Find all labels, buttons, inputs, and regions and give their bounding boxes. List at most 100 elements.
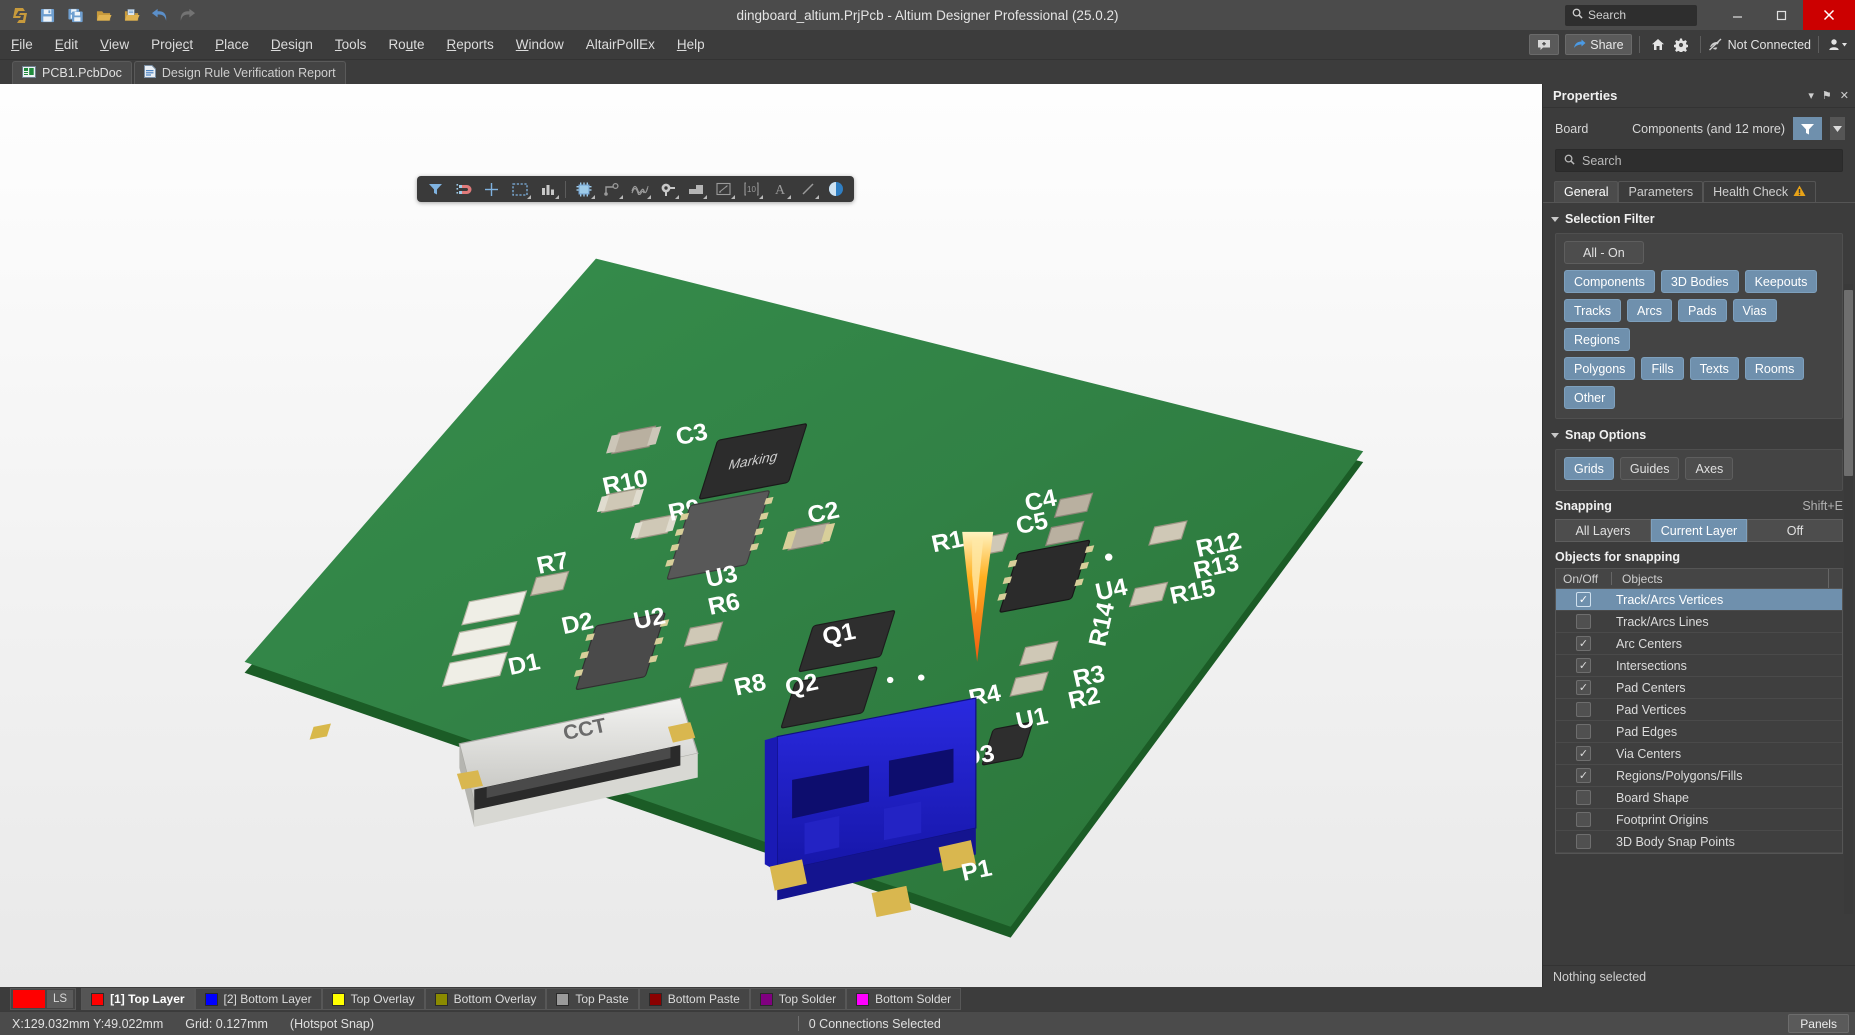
properties-search-input[interactable]: Search	[1555, 149, 1843, 172]
snapping-off[interactable]: Off	[1747, 519, 1843, 542]
snap-object-row[interactable]: Footprint Origins	[1556, 809, 1842, 831]
view-3d-toggle-icon[interactable]	[822, 178, 849, 200]
snapping-current-layer[interactable]: Current Layer	[1651, 519, 1747, 542]
checkbox-icon[interactable]	[1576, 724, 1591, 739]
minimize-button[interactable]	[1715, 0, 1759, 30]
crosshair-icon[interactable]	[478, 178, 505, 200]
menu-route[interactable]: Route	[377, 30, 435, 60]
menu-design[interactable]: Design	[260, 30, 324, 60]
tab-general[interactable]: General	[1554, 181, 1618, 202]
menu-altairpollex[interactable]: AltairPollEx	[575, 30, 666, 60]
maximize-button[interactable]	[1759, 0, 1803, 30]
menu-tools[interactable]: Tools	[324, 30, 378, 60]
place-coordinate-icon[interactable]: 10	[738, 178, 765, 200]
altium-logo-icon[interactable]	[7, 3, 32, 27]
filter-polygons[interactable]: Polygons	[1564, 357, 1635, 380]
place-component-icon[interactable]	[570, 178, 597, 200]
filter-keepouts[interactable]: Keepouts	[1745, 270, 1818, 293]
filter-fills[interactable]: Fills	[1641, 357, 1683, 380]
chevron-down-icon[interactable]	[1830, 117, 1845, 140]
checkbox-icon[interactable]: ✓	[1576, 636, 1591, 651]
save-all-icon[interactable]	[63, 3, 88, 27]
save-icon[interactable]	[35, 3, 60, 27]
snap-object-row[interactable]: Board Shape	[1556, 787, 1842, 809]
menu-edit[interactable]: Edit	[44, 30, 89, 60]
selection-filter-header[interactable]: Selection Filter	[1543, 203, 1855, 233]
home-icon[interactable]	[1647, 34, 1670, 55]
snap-mode-grids[interactable]: Grids	[1564, 457, 1614, 480]
snap-object-row[interactable]: ✓Via Centers	[1556, 743, 1842, 765]
comments-button[interactable]	[1529, 34, 1559, 55]
snap-object-row[interactable]: ✓Pad Centers	[1556, 677, 1842, 699]
funnel-icon[interactable]	[1793, 117, 1822, 140]
menu-reports[interactable]: Reports	[435, 30, 504, 60]
checkbox-icon[interactable]	[1576, 614, 1591, 629]
layer-tab[interactable]: [2] Bottom Layer	[195, 988, 322, 1010]
filter-all-on-button[interactable]: All - On	[1564, 241, 1644, 264]
checkbox-icon[interactable]: ✓	[1576, 658, 1591, 673]
snap-object-row[interactable]: ✓Track/Arcs Vertices	[1556, 589, 1842, 611]
filter-arcs[interactable]: Arcs	[1627, 299, 1672, 322]
connection-status[interactable]: Not Connected	[1708, 38, 1811, 52]
redo-icon[interactable]	[175, 3, 200, 27]
checkbox-icon[interactable]	[1576, 834, 1591, 849]
selection-filter-icon[interactable]	[422, 178, 449, 200]
filter-other[interactable]: Other	[1564, 386, 1615, 409]
checkbox-icon[interactable]	[1576, 702, 1591, 717]
layer-sets-button[interactable]: LS	[10, 988, 76, 1010]
panels-button[interactable]: Panels	[1788, 1014, 1849, 1033]
pcb-3d-view[interactable]: C3 Marking R10	[0, 84, 1542, 987]
pcb-editor-canvas[interactable]: C3 Marking R10	[0, 84, 1542, 987]
filter-pads[interactable]: Pads	[1678, 299, 1727, 322]
menu-window[interactable]: Window	[505, 30, 575, 60]
measure-icon[interactable]	[534, 178, 561, 200]
filter-regions[interactable]: Regions	[1564, 328, 1630, 351]
snap-object-row[interactable]: ✓Intersections	[1556, 655, 1842, 677]
close-icon[interactable]: ✕	[1840, 89, 1849, 102]
menu-view[interactable]: View	[89, 30, 140, 60]
route-track-icon[interactable]	[598, 178, 625, 200]
snap-object-row[interactable]: Pad Vertices	[1556, 699, 1842, 721]
tab-parameters[interactable]: Parameters	[1618, 181, 1703, 202]
pcb-floating-toolbar[interactable]: 10 A	[417, 176, 854, 202]
place-fill-icon[interactable]	[682, 178, 709, 200]
checkbox-icon[interactable]: ✓	[1576, 746, 1591, 761]
filter-texts[interactable]: Texts	[1690, 357, 1739, 380]
layer-tab[interactable]: Bottom Overlay	[425, 988, 547, 1010]
tab-design-rule-verification-report[interactable]: Design Rule Verification Report	[134, 61, 346, 84]
menu-place[interactable]: Place	[204, 30, 260, 60]
layer-tab[interactable]: Top Overlay	[322, 988, 425, 1010]
place-line-icon[interactable]	[794, 178, 821, 200]
snapping-all-layers[interactable]: All Layers	[1555, 519, 1651, 542]
layer-tab[interactable]: Bottom Paste	[639, 988, 750, 1010]
gear-icon[interactable]	[1670, 34, 1693, 55]
tab-pcb1-pcbdoc[interactable]: PCB1.PcbDoc	[12, 61, 132, 84]
global-search-input[interactable]: Search	[1565, 5, 1697, 26]
open-project-icon[interactable]	[119, 3, 144, 27]
checkbox-icon[interactable]: ✓	[1576, 680, 1591, 695]
close-button[interactable]	[1803, 0, 1855, 30]
snap-object-row[interactable]: ✓Regions/Polygons/Fills	[1556, 765, 1842, 787]
undo-icon[interactable]	[147, 3, 172, 27]
snap-object-row[interactable]: 3D Body Snap Points	[1556, 831, 1842, 853]
filter-tracks[interactable]: Tracks	[1564, 299, 1621, 322]
checkbox-icon[interactable]	[1576, 812, 1591, 827]
filter-vias[interactable]: Vias	[1733, 299, 1777, 322]
pin-icon[interactable]: ⚑	[1822, 89, 1832, 102]
account-icon[interactable]	[1826, 34, 1849, 55]
snap-mode-axes[interactable]: Axes	[1685, 457, 1733, 480]
layer-tab[interactable]: [1] Top Layer	[81, 988, 194, 1010]
snap-object-row[interactable]: Pad Edges	[1556, 721, 1842, 743]
menu-file[interactable]: File	[0, 30, 44, 60]
place-dimension-icon[interactable]	[710, 178, 737, 200]
panel-menu-icon[interactable]: ▾	[1808, 89, 1814, 102]
layer-tab[interactable]: Bottom Solder	[846, 988, 961, 1010]
checkbox-icon[interactable]: ✓	[1576, 592, 1591, 607]
filter-components[interactable]: Components	[1564, 270, 1655, 293]
layer-tab[interactable]: Top Solder	[750, 988, 846, 1010]
snap-options-header[interactable]: Snap Options	[1543, 419, 1855, 449]
properties-scrollbar-thumb[interactable]	[1844, 290, 1853, 476]
tab-health-check[interactable]: Health Check	[1703, 181, 1816, 202]
menu-project[interactable]: Project	[140, 30, 204, 60]
share-button[interactable]: Share	[1565, 34, 1631, 55]
